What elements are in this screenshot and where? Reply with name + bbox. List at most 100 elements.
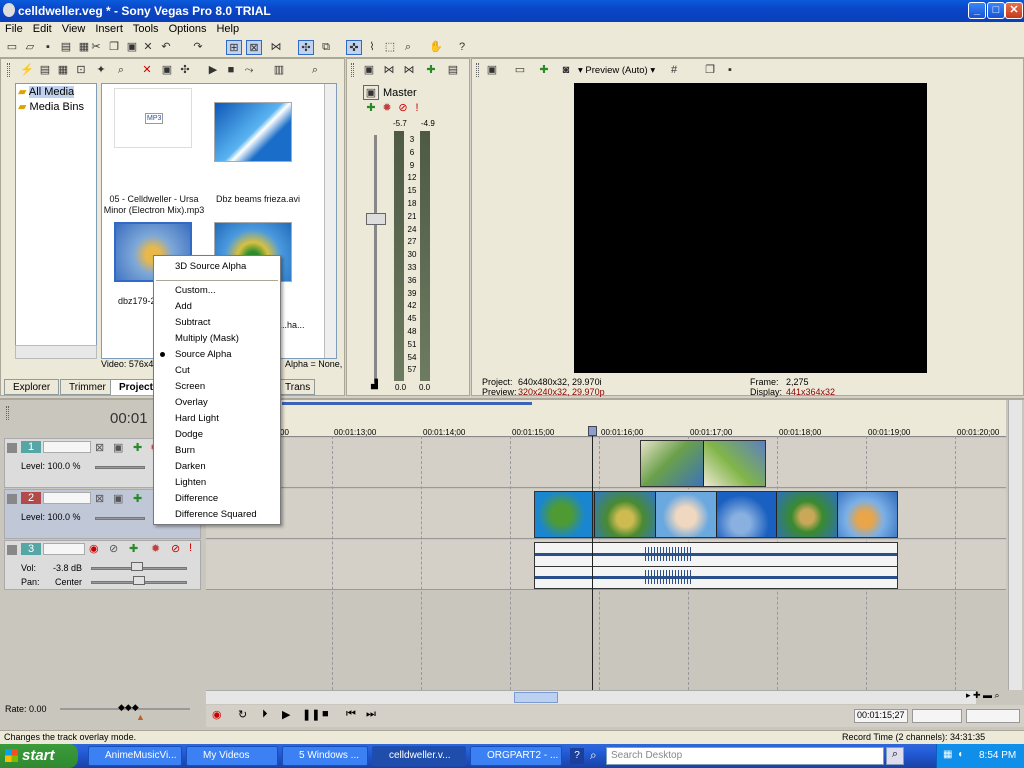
timeline-vertical-scrollbar[interactable] xyxy=(1008,400,1022,690)
menu-item-burn[interactable]: Burn xyxy=(175,443,195,459)
snap-icon[interactable]: ⊞ xyxy=(226,40,242,55)
playhead-marker[interactable] xyxy=(588,426,597,436)
stop-media-icon[interactable]: ■ xyxy=(223,63,239,78)
menu-tools[interactable]: Tools xyxy=(128,22,164,36)
mixer-icon[interactable]: ▣ xyxy=(361,63,377,78)
go-to-end-icon[interactable]: ⏭ xyxy=(366,708,376,721)
mute-icon[interactable]: ⊘ xyxy=(171,542,180,555)
track-composite-icon[interactable]: ✚ xyxy=(133,441,142,454)
selection-tool-icon[interactable]: ⬚ xyxy=(382,40,398,55)
tab-transitions[interactable]: Trans xyxy=(280,379,316,395)
menu-item-hard-light[interactable]: Hard Light xyxy=(175,411,219,427)
overlays-icon[interactable]: # xyxy=(666,63,682,78)
menu-item-cut[interactable]: Cut xyxy=(175,363,190,379)
app-icon[interactable] xyxy=(3,3,15,17)
help-icon[interactable]: ? xyxy=(454,40,470,55)
task-orgpart2[interactable]: ORGPART2 - ... xyxy=(470,746,562,766)
downmix-icon[interactable]: ⋈ xyxy=(381,63,397,78)
track-expand-icon[interactable] xyxy=(7,443,17,453)
explorer-zoom-icon[interactable]: ⌕ xyxy=(307,63,323,78)
stop-icon[interactable]: ■ xyxy=(322,708,329,720)
play-icon[interactable]: ▶ xyxy=(282,708,290,721)
video-clip-track2[interactable] xyxy=(534,491,898,538)
pause-icon[interactable]: ❚❚ xyxy=(302,708,320,721)
record-icon[interactable]: ◉ xyxy=(212,708,222,721)
track-expand-icon[interactable] xyxy=(7,545,17,555)
copy-snapshot-icon[interactable]: ❐ xyxy=(702,63,718,78)
cut-icon[interactable]: ✂ xyxy=(88,40,104,55)
redo-icon[interactable]: ↷ xyxy=(190,40,206,55)
menu-options[interactable]: Options xyxy=(164,22,212,36)
network-icon[interactable]: ▦ xyxy=(943,749,952,760)
docking-grip[interactable] xyxy=(6,406,9,420)
level-slider[interactable] xyxy=(95,517,145,520)
menu-help[interactable]: Help xyxy=(211,22,244,36)
new-icon[interactable]: ▭ xyxy=(4,40,20,55)
import-media-icon[interactable]: ▤ xyxy=(37,63,53,78)
auto-preview-icon[interactable]: ⤳ xyxy=(241,63,257,78)
minimize-button[interactable]: _ xyxy=(968,2,986,19)
play-from-start-icon[interactable]: ⏵ xyxy=(262,708,268,721)
media-settings-icon[interactable]: ✣ xyxy=(177,63,193,78)
audio-clip-track3[interactable] xyxy=(534,542,898,589)
menu-view[interactable]: View xyxy=(57,22,91,36)
track-gear-icon[interactable]: ✹ xyxy=(151,542,160,555)
track-header-3[interactable]: 3 ◉ ⊘ ✚ ✹ ⊘ ! Vol: -3.8 dB Pan: Center xyxy=(4,540,201,590)
loop-playback-icon[interactable]: ↻ xyxy=(238,708,247,721)
crossfade-icon[interactable]: ⋈ xyxy=(268,40,284,55)
track-motion-icon[interactable]: ⊠ xyxy=(95,441,104,454)
go-to-start-icon[interactable]: ⏮ xyxy=(346,708,356,721)
arm-record-icon[interactable]: ◉ xyxy=(89,542,99,555)
open-icon[interactable]: ▱ xyxy=(22,40,38,55)
menu-item-3d-source-alpha[interactable]: 3D Source Alpha xyxy=(175,259,246,275)
volume-knob[interactable] xyxy=(131,562,143,571)
video-thumbnail[interactable] xyxy=(214,102,292,162)
timeline-horizontal-scrollbar[interactable] xyxy=(206,690,976,704)
bus-fx-icon[interactable]: ✚ xyxy=(423,63,439,78)
menu-item-screen[interactable]: Screen xyxy=(175,379,205,395)
scroll-thumb[interactable] xyxy=(514,692,558,703)
menu-item-subtract[interactable]: Subtract xyxy=(175,315,210,331)
search-go-icon[interactable]: ⌕ xyxy=(886,747,904,765)
media-search-icon[interactable]: ⌕ xyxy=(113,63,129,78)
menu-item-difference-squared[interactable]: Difference Squared xyxy=(175,507,257,523)
mp3-icon[interactable]: MP3 xyxy=(114,88,192,148)
zoom-tool-icon[interactable]: ⌕ xyxy=(400,40,416,55)
save-snapshot-icon[interactable]: ▪ xyxy=(722,63,738,78)
menu-item-darken[interactable]: Darken xyxy=(175,459,206,475)
media-fx-icon[interactable]: ✦ xyxy=(93,63,109,78)
tab-trimmer[interactable]: Trimmer xyxy=(60,379,115,395)
bus-settings-icon[interactable]: ▤ xyxy=(445,63,461,78)
bus-fx-chain-icon[interactable]: ✚ xyxy=(363,101,379,116)
auto-ripple-icon[interactable]: ⊠ xyxy=(246,40,262,55)
menu-item-multiply-mask[interactable]: Multiply (Mask) xyxy=(175,331,239,347)
docking-grip[interactable] xyxy=(351,63,354,77)
task-windows-explorer[interactable]: 5 Windows ... xyxy=(282,746,368,766)
menu-file[interactable]: File xyxy=(0,22,28,36)
menu-item-dodge[interactable]: Dodge xyxy=(175,427,203,443)
start-button[interactable]: start xyxy=(0,744,78,768)
track-fx-icon[interactable]: ▣ xyxy=(113,441,123,454)
views-icon[interactable]: ▥ xyxy=(271,63,287,78)
track-composite-icon[interactable]: ✚ xyxy=(133,492,142,505)
docking-grip[interactable] xyxy=(476,63,479,77)
volume-icon[interactable]: ◖ xyxy=(957,749,963,760)
menu-item-source-alpha[interactable]: Source Alpha xyxy=(175,347,232,363)
split-screen-icon[interactable]: ◙ xyxy=(558,63,574,78)
task-animemusicvideos[interactable]: AnimeMusicVi... xyxy=(88,746,182,766)
preview-properties-icon[interactable]: ▣ xyxy=(484,63,500,78)
menu-item-overlay[interactable]: Overlay xyxy=(175,395,208,411)
docking-grip[interactable] xyxy=(7,63,10,77)
render-icon[interactable]: ▤ xyxy=(58,40,74,55)
explorer-toolbar-icon[interactable]: ⚡ xyxy=(19,63,35,78)
play-media-icon[interactable]: ▶ xyxy=(205,63,221,78)
capture-icon[interactable]: ▦ xyxy=(55,63,71,78)
ignore-grouping-icon[interactable]: ⧉ xyxy=(318,40,334,55)
invert-phase-icon[interactable]: ⊘ xyxy=(109,542,118,555)
external-monitor-icon[interactable]: ▭ xyxy=(512,63,528,78)
media-properties-icon[interactable]: ▣ xyxy=(159,63,175,78)
menu-item-lighten[interactable]: Lighten xyxy=(175,475,206,491)
track-name-field[interactable] xyxy=(43,492,91,504)
loop-region-bar[interactable] xyxy=(282,402,532,405)
playhead[interactable] xyxy=(592,426,593,690)
